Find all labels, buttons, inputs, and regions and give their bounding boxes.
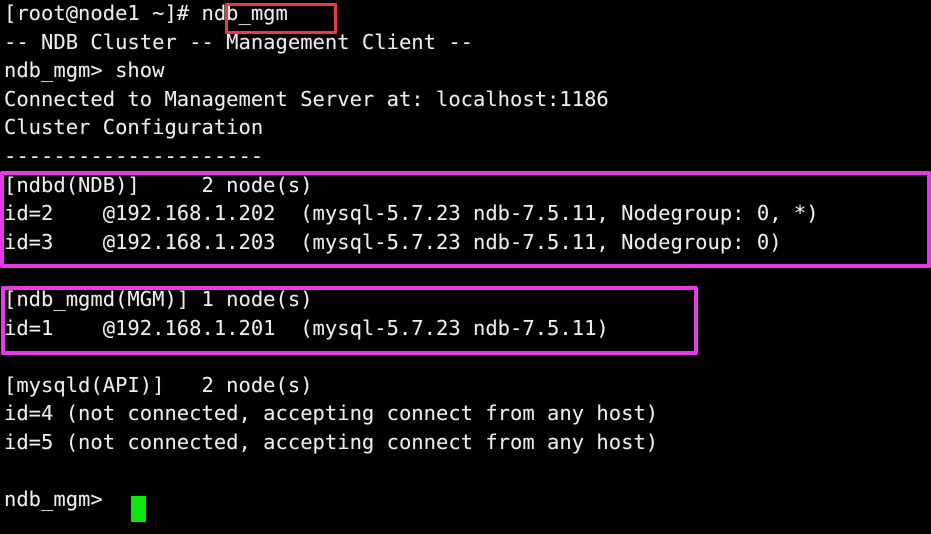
cluster-configuration-heading: Cluster Configuration <box>4 115 264 140</box>
shell-command-line: [root@node1 ~]# ndb_mgm <box>4 1 288 25</box>
ndbd-section-header: [ndbd(NDB)] 2 node(s) <box>4 172 313 197</box>
ndbd-node-row: id=2 @192.168.1.202 (mysql-5.7.23 ndb-7.… <box>4 201 819 226</box>
ndbd-node-row: id=3 @192.168.1.203 (mysql-5.7.23 ndb-7.… <box>4 229 782 254</box>
mgmd-node-row: id=1 @192.168.1.201 (mysql-5.7.23 ndb-7.… <box>4 315 609 340</box>
terminal-window[interactable]: [root@node1 ~]# ndb_mgm -- NDB Cluster -… <box>0 0 931 534</box>
configuration-divider: --------------------- <box>4 143 264 168</box>
mysqld-section-header: [mysqld(API)] 2 node(s) <box>4 372 313 397</box>
terminal-screen: [root@node1 ~]# ndb_mgm -- NDB Cluster -… <box>4 0 931 514</box>
text-cursor <box>131 496 146 522</box>
show-command-line: ndb_mgm> show <box>4 58 165 83</box>
client-banner-line: -- NDB Cluster -- Management Client -- <box>4 29 473 54</box>
mgmd-section-header: [ndb_mgmd(MGM)] 1 node(s) <box>4 286 313 311</box>
connection-status-line: Connected to Management Server at: local… <box>4 86 609 111</box>
mysqld-node-row: id=4 (not connected, accepting connect f… <box>4 401 659 426</box>
mysqld-node-row: id=5 (not connected, accepting connect f… <box>4 429 659 454</box>
